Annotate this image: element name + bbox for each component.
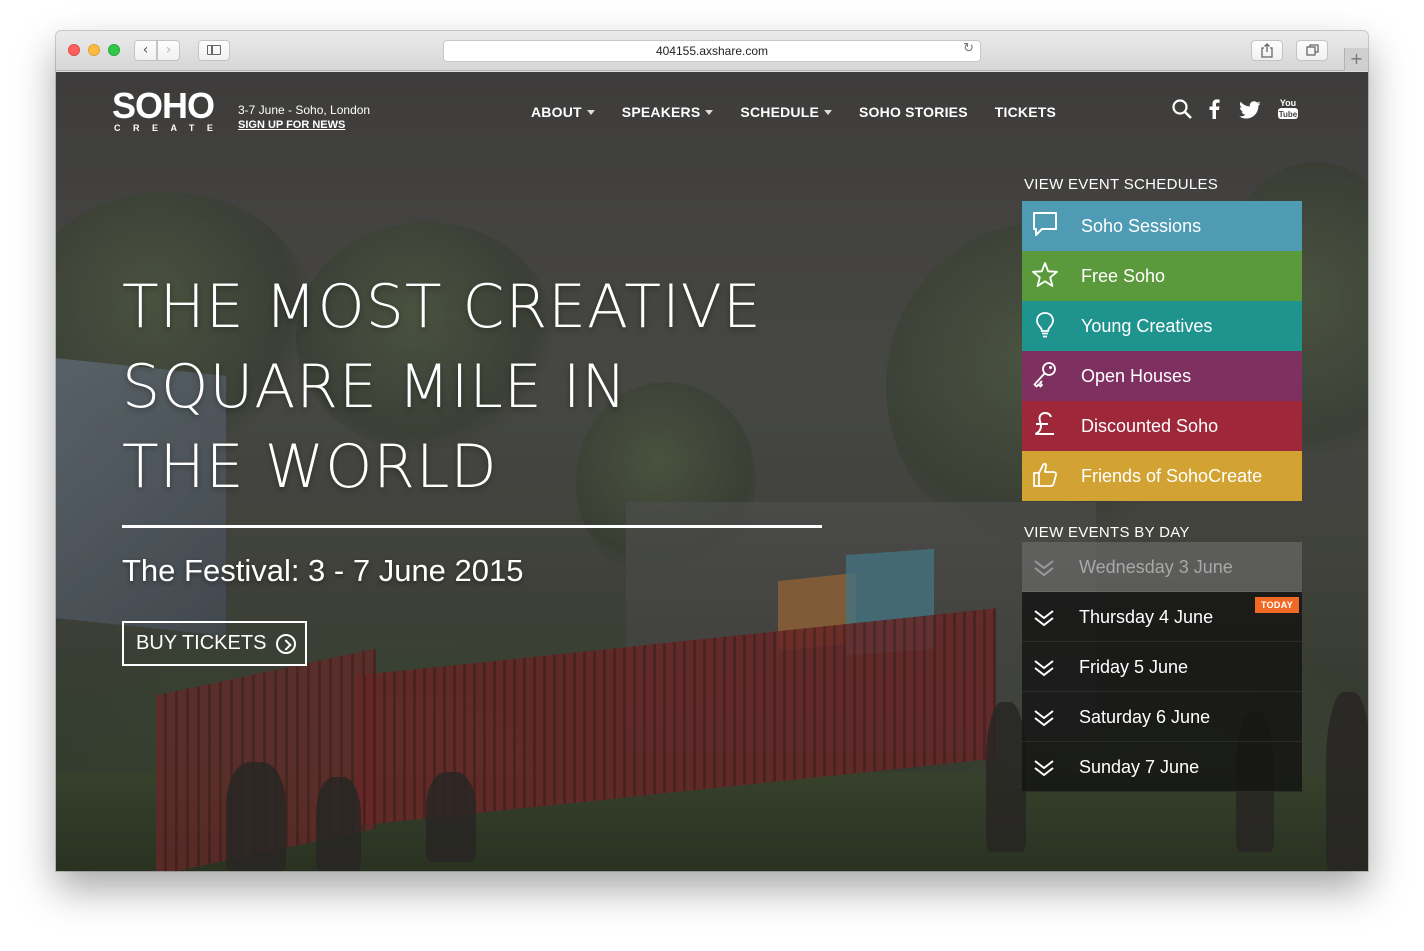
schedule-friends-of-sohocreate[interactable]: Friends of SohoCreate	[1022, 451, 1302, 501]
browser-toolbar: ‹ › 404155.axshare.com ↻ +	[56, 31, 1368, 71]
caret-down-icon	[824, 110, 833, 115]
nav-label: SPEAKERS	[621, 104, 701, 120]
nav-label: SCHEDULE	[740, 104, 820, 120]
double-chevron-down-icon	[1034, 710, 1054, 727]
arrow-right-circle-icon	[276, 633, 297, 654]
maximize-window-button[interactable]	[108, 44, 120, 56]
schedule-label: Young Creatives	[1081, 316, 1213, 336]
pound-icon	[1035, 411, 1054, 435]
logo-wordmark[interactable]: SOHO	[112, 86, 215, 126]
hero-title-line: THE MOST CREATIVE	[122, 272, 762, 342]
address-bar[interactable]: 404155.axshare.com ↻	[443, 40, 981, 62]
double-chevron-down-icon	[1034, 660, 1054, 677]
speech-bubble-icon	[1033, 212, 1057, 236]
day-thursday[interactable]: Thursday 4 June TODAY	[1022, 592, 1302, 642]
buy-tickets-button[interactable]: BUY TICKETS	[122, 621, 307, 666]
festival-dates: 3-7 June - Soho, London	[238, 103, 371, 117]
new-tab-button[interactable]: +	[1344, 48, 1368, 71]
nav-schedule[interactable]: SCHEDULE	[740, 104, 833, 120]
day-list: Wednesday 3 June Thursday 4 June TODAY F…	[1022, 542, 1302, 792]
nav-label: ABOUT	[531, 104, 582, 120]
caret-down-icon	[705, 110, 714, 115]
hero-title: THE MOST CREATIVE SQUARE MILE IN THE WOR…	[122, 267, 842, 507]
chevron-left-icon: ‹	[142, 42, 149, 58]
day-saturday[interactable]: Saturday 6 June	[1022, 692, 1302, 742]
day-friday[interactable]: Friday 5 June	[1022, 642, 1302, 692]
svg-text:Tube: Tube	[1279, 110, 1298, 119]
key-icon	[1033, 362, 1056, 388]
search-icon[interactable]	[1172, 99, 1192, 124]
minimize-window-button[interactable]	[88, 44, 100, 56]
twitter-icon[interactable]	[1239, 101, 1261, 124]
day-label: Wednesday 3 June	[1079, 557, 1233, 577]
double-chevron-down-icon	[1034, 610, 1054, 627]
signup-link[interactable]: SIGN UP FOR NEWS	[238, 119, 345, 131]
today-badge: TODAY	[1254, 597, 1299, 613]
browser-window: ‹ › 404155.axshare.com ↻ + SOHO CREATE 3…	[56, 31, 1368, 871]
caret-down-icon	[586, 110, 595, 115]
nav-tickets[interactable]: TICKETS	[995, 104, 1056, 120]
share-icon	[1261, 43, 1273, 58]
web-page: SOHO CREATE 3-7 June - Soho, London SIGN…	[56, 72, 1368, 871]
facebook-icon[interactable]	[1208, 99, 1220, 124]
day-sunday[interactable]: Sunday 7 June	[1022, 742, 1302, 792]
schedule-young-creatives[interactable]: Young Creatives	[1022, 301, 1302, 351]
schedule-label: Friends of SohoCreate	[1081, 466, 1263, 486]
back-button[interactable]: ‹	[134, 40, 157, 61]
day-label: Saturday 6 June	[1079, 707, 1211, 727]
logo-subtitle: CREATE	[114, 123, 226, 133]
days-heading: VIEW EVENTS BY DAY	[1024, 524, 1190, 541]
schedule-free-soho[interactable]: Free Soho	[1022, 251, 1302, 301]
schedule-label: Discounted Soho	[1081, 416, 1219, 436]
day-label: Thursday 4 June	[1079, 607, 1214, 627]
schedule-label: Free Soho	[1081, 266, 1166, 286]
hero-title-line: THE WORLD	[122, 432, 498, 502]
nav-speakers[interactable]: SPEAKERS	[622, 104, 714, 120]
tabs-icon	[1305, 44, 1319, 56]
close-window-button[interactable]	[68, 44, 80, 56]
nav-label: TICKETS	[994, 104, 1057, 120]
day-wednesday[interactable]: Wednesday 3 June	[1022, 542, 1302, 592]
hero-title-line: SQUARE MILE IN	[122, 352, 628, 422]
schedule-open-houses[interactable]: Open Houses	[1022, 351, 1302, 401]
double-chevron-down-icon	[1034, 760, 1054, 777]
nav-about[interactable]: ABOUT	[531, 104, 595, 120]
sidebar-toggle-button[interactable]	[198, 40, 230, 61]
day-label: Sunday 7 June	[1079, 757, 1200, 777]
festival-dates-heading: The Festival: 3 - 7 June 2015	[122, 553, 524, 588]
youtube-icon[interactable]: You Tube	[1276, 97, 1300, 126]
star-icon	[1032, 262, 1058, 287]
sidebar-icon	[207, 45, 221, 55]
forward-button[interactable]: ›	[157, 40, 180, 61]
share-button[interactable]	[1251, 40, 1283, 61]
hero-divider	[122, 525, 822, 528]
schedule-discounted-soho[interactable]: Discounted Soho	[1022, 401, 1302, 451]
schedule-label: Soho Sessions	[1081, 216, 1202, 236]
show-tabs-button[interactable]	[1296, 40, 1328, 61]
chevron-right-icon: ›	[165, 42, 172, 58]
double-chevron-down-icon	[1034, 560, 1054, 577]
main-nav: ABOUT SPEAKERS SCHEDULE SOHO STORIES TIC…	[531, 104, 1056, 120]
thumbs-up-icon	[1033, 462, 1058, 487]
buy-tickets-label: BUY TICKETS	[136, 632, 267, 654]
schedule-list: Soho Sessions Free Soho Young Creatives …	[1022, 201, 1302, 501]
url-text: 404155.axshare.com	[655, 44, 769, 58]
schedules-heading: VIEW EVENT SCHEDULES	[1024, 176, 1219, 193]
schedule-soho-sessions[interactable]: Soho Sessions	[1022, 201, 1302, 251]
nav-label: SOHO STORIES	[859, 104, 968, 120]
reload-icon[interactable]: ↻	[963, 41, 974, 56]
lightbulb-icon	[1036, 312, 1054, 338]
schedule-label: Open Houses	[1081, 366, 1192, 386]
nav-soho-stories[interactable]: SOHO STORIES	[859, 104, 968, 120]
svg-text:You: You	[1280, 98, 1296, 108]
day-label: Friday 5 June	[1079, 657, 1189, 677]
